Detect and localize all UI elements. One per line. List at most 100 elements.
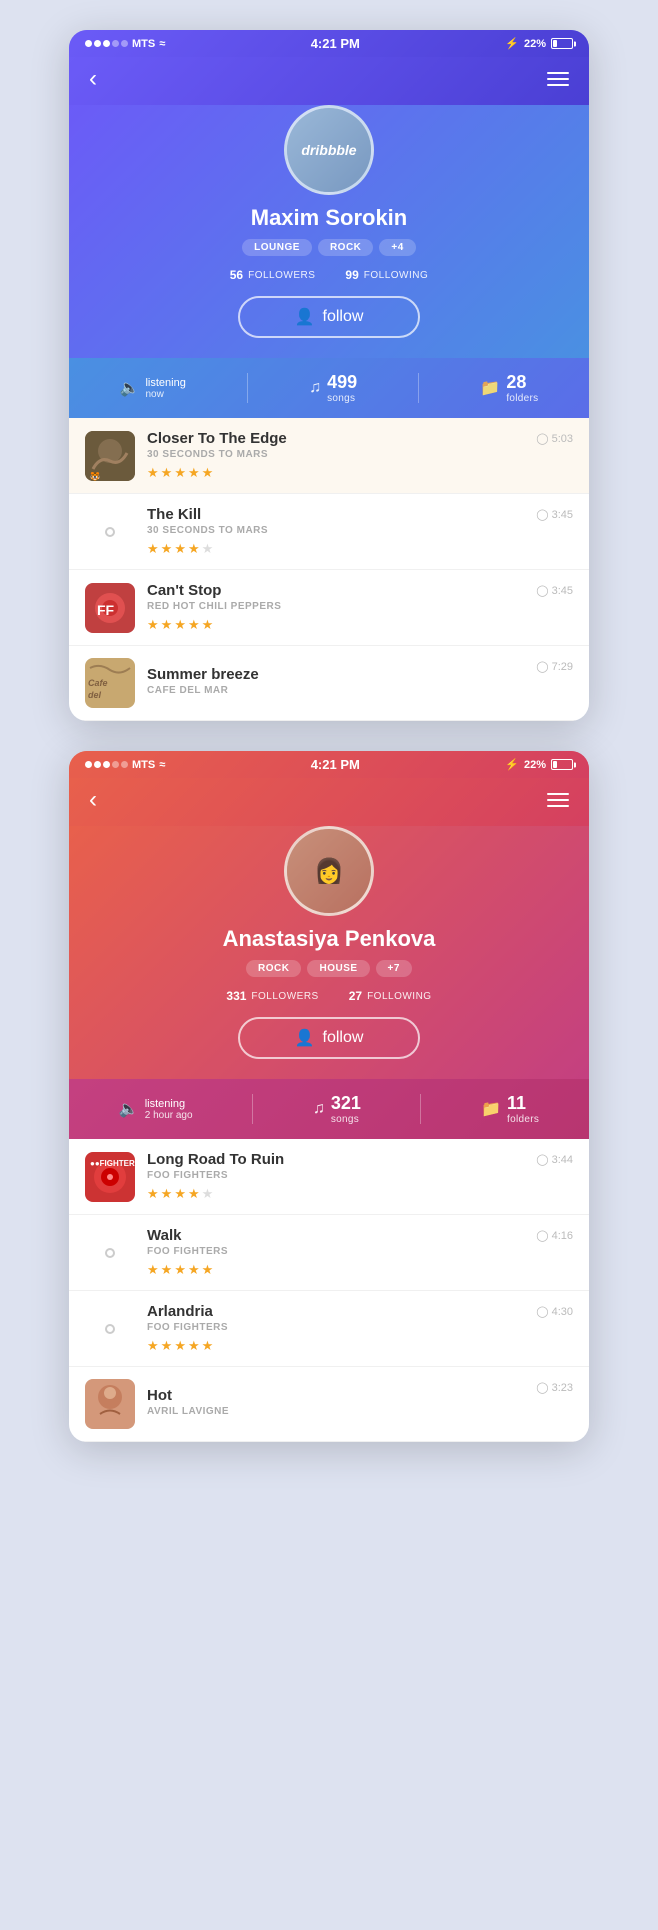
songs-count-1: 499 bbox=[327, 372, 357, 393]
star-5: ★ bbox=[202, 1262, 214, 1278]
listening-label-2: listening bbox=[145, 1098, 193, 1110]
song-title-1-2: The Kill bbox=[147, 506, 573, 523]
divider-3 bbox=[252, 1094, 253, 1124]
carrier-2: MTS bbox=[132, 759, 155, 771]
star-3: ★ bbox=[174, 541, 186, 557]
song-info-2-3: Arlandria FOO FIGHTERS ★ ★ ★ ★ ★ bbox=[147, 1303, 573, 1354]
menu-button-2[interactable] bbox=[547, 793, 569, 807]
following-stat-2: 27 FOLLOWING bbox=[349, 989, 432, 1003]
song-time-1-2: ◯ 3:45 bbox=[536, 508, 573, 521]
stars-1-2: ★ ★ ★ ★ ★ bbox=[147, 541, 573, 557]
star-4: ★ bbox=[188, 465, 200, 481]
clock-icon-2-2: ◯ bbox=[536, 1229, 548, 1242]
listening-sub-2: 2 hour ago bbox=[145, 1110, 193, 1121]
header-section-2: MTS ≈ 4:21 PM ⚡ 22% ‹ 👩 bbox=[69, 751, 589, 1139]
followers-label-1: FOLLOWERS bbox=[248, 270, 315, 281]
status-bar-2: MTS ≈ 4:21 PM ⚡ 22% bbox=[69, 751, 589, 778]
playing-dot-2-3 bbox=[105, 1324, 115, 1334]
song-item-1-4[interactable]: Cafe del Summer breeze CAFE DEL MAR ◯ 7:… bbox=[69, 646, 589, 721]
song-item-2-1[interactable]: ●●FIGHTER Long Road To Ruin FOO FIGHTERS… bbox=[69, 1139, 589, 1215]
song-item-2-2[interactable]: Walk FOO FIGHTERS ★ ★ ★ ★ ★ ◯ 4:16 bbox=[69, 1215, 589, 1291]
stars-2-2: ★ ★ ★ ★ ★ bbox=[147, 1262, 573, 1278]
time-2: 4:21 PM bbox=[311, 757, 360, 772]
time-1: 4:21 PM bbox=[311, 36, 360, 51]
song-time-1-1: ◯ 5:03 bbox=[536, 432, 573, 445]
dot-5 bbox=[121, 40, 128, 47]
follow-button-1[interactable]: 👤 follow bbox=[238, 296, 421, 338]
listening-text-2: listening 2 hour ago bbox=[145, 1098, 193, 1121]
header-section-1: MTS ≈ 4:21 PM ⚡ 22% ‹ drib bbox=[69, 30, 589, 418]
song-info-2-4: Hot AVRIL LAVIGNE bbox=[147, 1387, 573, 1422]
song-item-1-2[interactable]: The Kill 30 SECONDS TO MARS ★ ★ ★ ★ ★ ◯ … bbox=[69, 494, 589, 570]
songs-stat-1: ♫ 499 songs bbox=[309, 372, 357, 404]
song-thumb-2-4 bbox=[85, 1379, 135, 1429]
song-info-2-1: Long Road To Ruin FOO FIGHTERS ★ ★ ★ ★ ★ bbox=[147, 1151, 573, 1202]
song-item-1-3[interactable]: FF Can't Stop RED HOT CHILI PEPPERS ★ ★ … bbox=[69, 570, 589, 646]
song-title-1-4: Summer breeze bbox=[147, 666, 573, 683]
follow-button-2[interactable]: 👤 follow bbox=[238, 1017, 421, 1059]
songs-text-1: 499 songs bbox=[327, 372, 357, 404]
folders-text-1: 28 folders bbox=[506, 372, 538, 404]
following-count-1: 99 bbox=[345, 268, 358, 282]
back-button-2[interactable]: ‹ bbox=[89, 786, 97, 814]
songs-text-2: 321 songs bbox=[331, 1093, 361, 1125]
song-title-2-1: Long Road To Ruin bbox=[147, 1151, 573, 1168]
star-3: ★ bbox=[174, 617, 186, 633]
tag-more-2: +7 bbox=[376, 960, 412, 977]
song-time-2-2: ◯ 4:16 bbox=[536, 1229, 573, 1242]
thumb-art-1-3: FF bbox=[85, 583, 135, 633]
status-left-1: MTS ≈ bbox=[85, 38, 165, 50]
stars-2-1: ★ ★ ★ ★ ★ bbox=[147, 1186, 573, 1202]
tag-rock-1: ROCK bbox=[318, 239, 373, 256]
song-artist-2-4: AVRIL LAVIGNE bbox=[147, 1406, 573, 1417]
song-item-2-4[interactable]: Hot AVRIL LAVIGNE ◯ 3:23 bbox=[69, 1367, 589, 1442]
time-value-1-4: 7:29 bbox=[552, 661, 573, 673]
song-time-2-4: ◯ 3:23 bbox=[536, 1381, 573, 1394]
folders-top-2: 📁 11 folders bbox=[481, 1093, 539, 1125]
divider-2 bbox=[418, 373, 419, 403]
songs-label-1: songs bbox=[327, 393, 357, 404]
songs-label-2: songs bbox=[331, 1114, 361, 1125]
profile-card-1: MTS ≈ 4:21 PM ⚡ 22% ‹ drib bbox=[69, 30, 589, 721]
stars-1-1: ★ ★ ★ ★ ★ bbox=[147, 465, 573, 481]
folders-label-1: folders bbox=[506, 393, 538, 404]
song-thumb-1-3: FF bbox=[85, 583, 135, 633]
dot-2 bbox=[94, 761, 101, 768]
dot-1 bbox=[85, 761, 92, 768]
back-button-1[interactable]: ‹ bbox=[89, 65, 97, 93]
song-info-1-3: Can't Stop RED HOT CHILI PEPPERS ★ ★ ★ ★… bbox=[147, 582, 573, 633]
star-4: ★ bbox=[188, 617, 200, 633]
folders-count-1: 28 bbox=[506, 372, 538, 393]
follow-label-1: follow bbox=[323, 308, 364, 326]
music-icon-1: ♫ bbox=[309, 379, 321, 397]
star-3: ★ bbox=[174, 465, 186, 481]
profile-info-2: 👩 Anastasiya Penkova ROCK HOUSE +7 331 F… bbox=[69, 826, 589, 1079]
song-artist-1-1: 30 SECONDS TO MARS bbox=[147, 449, 573, 460]
stars-1-3: ★ ★ ★ ★ ★ bbox=[147, 617, 573, 633]
menu-line-1 bbox=[547, 72, 569, 74]
listening-top-1: 🔈 listening now bbox=[120, 377, 186, 400]
listening-label-1: listening bbox=[145, 377, 185, 389]
dot-2 bbox=[94, 40, 101, 47]
clock-icon-1-3: ◯ bbox=[536, 584, 548, 597]
songs-count-2: 321 bbox=[331, 1093, 361, 1114]
songs-top-2: ♫ 321 songs bbox=[313, 1093, 361, 1125]
avatar-1: dribbble bbox=[284, 105, 374, 195]
song-thumb-1-1: 🐯 bbox=[85, 431, 135, 481]
song-item-1-1[interactable]: 🐯 Closer To The Edge 30 SECONDS TO MARS … bbox=[69, 418, 589, 494]
avatar-placeholder-1: dribbble bbox=[287, 108, 371, 192]
star-5-empty: ★ bbox=[202, 541, 214, 557]
song-item-2-3[interactable]: Arlandria FOO FIGHTERS ★ ★ ★ ★ ★ ◯ 4:30 bbox=[69, 1291, 589, 1367]
menu-button-1[interactable] bbox=[547, 72, 569, 86]
thumb-art-2-1: ●●FIGHTER bbox=[85, 1152, 135, 1202]
clock-icon-1-1: ◯ bbox=[536, 432, 548, 445]
thumb-art-2-4 bbox=[85, 1379, 135, 1429]
person-icon-1: 👤 bbox=[295, 307, 315, 327]
star-1: ★ bbox=[147, 541, 159, 557]
dot-3 bbox=[103, 761, 110, 768]
star-2: ★ bbox=[161, 1186, 173, 1202]
folders-label-2: folders bbox=[507, 1114, 539, 1125]
dot-4 bbox=[112, 761, 119, 768]
no-thumb-2-2 bbox=[85, 1228, 135, 1278]
time-value-2-4: 3:23 bbox=[552, 1382, 573, 1394]
